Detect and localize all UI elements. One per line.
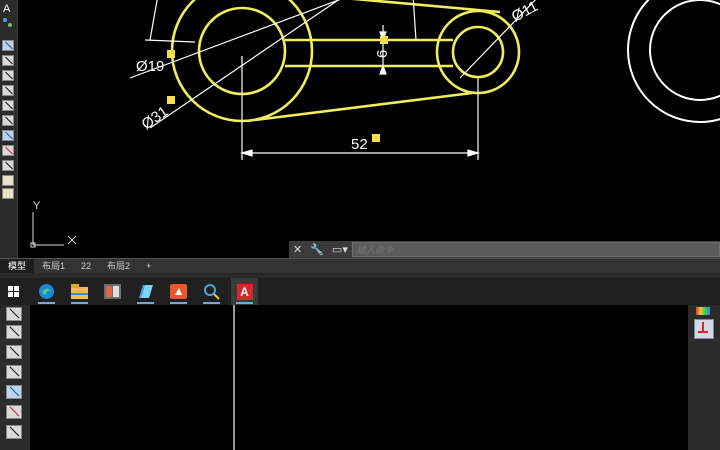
partial-circle-outer[interactable] — [627, 0, 720, 123]
dim-marker[interactable] — [167, 96, 175, 104]
dim-label-phi19: Ø19 — [136, 58, 164, 75]
tool-line-8[interactable] — [6, 325, 22, 339]
presentation-icon[interactable] — [165, 278, 192, 305]
tool-blue[interactable] — [2, 130, 14, 141]
close-icon[interactable]: ✕ — [293, 243, 302, 256]
tool-line[interactable] — [2, 55, 14, 66]
tool-red-2[interactable] — [6, 405, 22, 419]
add-layout-button[interactable]: + — [138, 259, 159, 274]
tangent-bottom-line[interactable] — [254, 91, 473, 122]
autocad-letter: A — [236, 283, 253, 300]
draw-toolbar-lower — [0, 305, 30, 450]
drawing-canvas[interactable]: Ø19 Ø31 Ø11 6 52 Y A — [0, 0, 720, 258]
dim-label-phi31: Ø31 — [139, 103, 172, 133]
right-toolbar — [688, 305, 720, 450]
tool-line-7[interactable] — [6, 307, 22, 321]
edge-icon[interactable] — [33, 278, 60, 305]
insert-block-icon[interactable] — [694, 319, 714, 339]
ucs-icon — [30, 212, 77, 248]
autocad-icon[interactable]: A — [231, 278, 258, 305]
dim-label-6: 6 — [374, 50, 391, 58]
ucs-y-label: Y — [33, 200, 41, 212]
tool-block-2[interactable] — [2, 188, 14, 199]
color-palette-icon[interactable] — [696, 307, 710, 315]
tab-model[interactable]: 模型 — [0, 259, 35, 274]
tool-red[interactable] — [2, 145, 14, 156]
command-bar: ✕ 🔧 ▭▾ — [289, 241, 720, 258]
windows-start-icon[interactable] — [0, 278, 27, 305]
dim-marker[interactable] — [167, 50, 175, 58]
search-app-icon[interactable] — [198, 278, 225, 305]
draw-toolbar: A — [0, 0, 18, 258]
tool-line-10[interactable] — [6, 365, 22, 379]
tool-line-9[interactable] — [6, 345, 22, 359]
command-history-icon[interactable]: ▭▾ — [332, 243, 348, 256]
second-canvas-svg — [233, 305, 235, 450]
taskbar: A — [0, 278, 720, 305]
second-drawing-area[interactable] — [0, 305, 720, 450]
tool-line-5[interactable] — [2, 115, 14, 126]
layout-tabs: 模型 布局1 22 布局2 + — [0, 258, 720, 274]
app-icon[interactable] — [99, 278, 126, 305]
tool-hatch[interactable] — [2, 40, 14, 51]
inner-circle-small[interactable] — [451, 25, 505, 79]
text-tool[interactable]: A — [3, 3, 10, 15]
tool-blue-2[interactable] — [6, 385, 22, 399]
command-input[interactable] — [351, 242, 720, 257]
wrench-icon[interactable]: 🔧 — [310, 243, 324, 256]
tab-22[interactable]: 22 — [73, 259, 99, 274]
tab-layout2[interactable]: 布局2 — [99, 259, 138, 274]
dim-marker[interactable] — [372, 134, 380, 142]
tool-line-6[interactable] — [2, 160, 14, 171]
pointer-tool[interactable] — [3, 18, 13, 28]
tangent-top-line[interactable] — [310, 0, 501, 14]
notepad-icon[interactable] — [132, 278, 159, 305]
tab-layout1[interactable]: 布局1 — [34, 259, 73, 274]
tool-line-4[interactable] — [2, 100, 14, 111]
file-explorer-icon[interactable] — [66, 278, 93, 305]
tool-line-2[interactable] — [2, 70, 14, 81]
dim-label-52: 52 — [351, 136, 368, 153]
dim-marker[interactable] — [380, 36, 388, 44]
tool-line-3[interactable] — [2, 85, 14, 96]
tool-line-11[interactable] — [6, 425, 22, 439]
tool-block[interactable] — [2, 175, 14, 186]
partial-circle-inner[interactable] — [649, 0, 720, 101]
drawing-svg[interactable]: Ø19 Ø31 Ø11 6 52 Y — [0, 0, 720, 258]
